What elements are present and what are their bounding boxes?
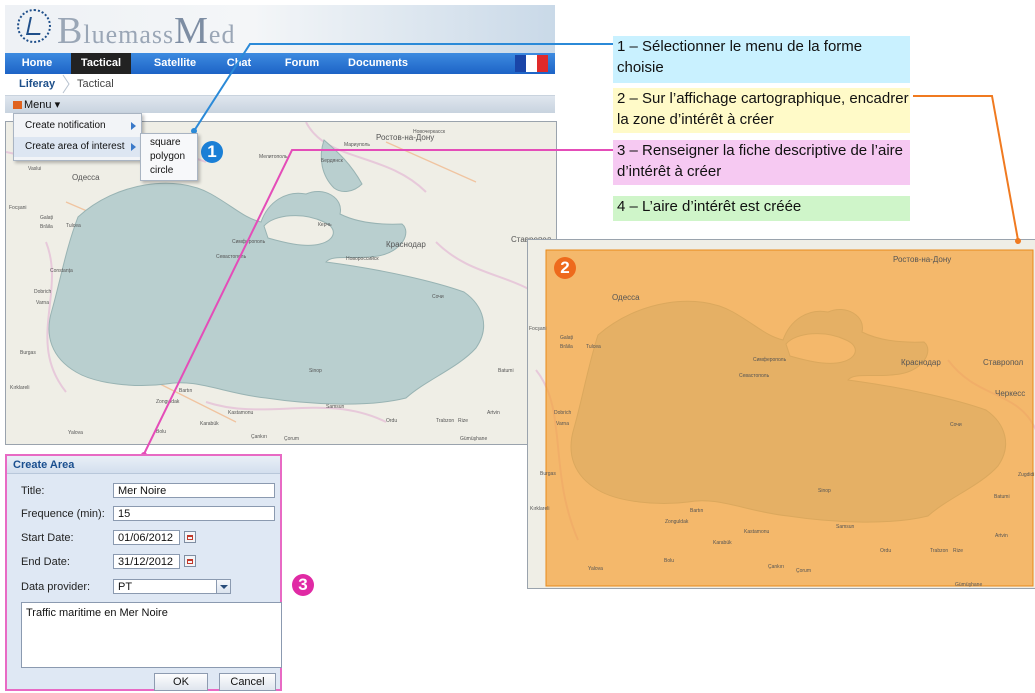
end-date-calendar-icon[interactable] [184,555,196,567]
shape-submenu: square polygon circle [140,133,198,181]
data-provider-select[interactable]: PT [113,579,231,594]
callout-step-4: 4 – L’aire d’intérêt est créée [613,196,910,221]
callout-step-3: 3 – Renseigner la fiche descriptive de l… [613,140,910,185]
submenu-arrow-icon [131,143,136,151]
start-date-calendar-icon[interactable] [184,531,196,543]
callout-step-2: 2 – Sur l’affichage cartographique, enca… [613,88,910,133]
cancel-button[interactable]: Cancel [219,673,276,691]
step-1-badge: 1 [201,141,223,163]
end-date-label: End Date: [21,556,70,568]
callout-step-1: 1 – Sélectionner le menu de la forme cho… [613,36,910,83]
submenu-item-circle[interactable]: circle [150,164,173,178]
title-input[interactable]: Mer Noire [113,483,275,498]
title-label: Title: [21,485,45,497]
step-3-badge: 3 [292,574,314,596]
tactical-dropdown-menu: Create notification Create area of inter… [13,113,142,161]
submenu-item-square[interactable]: square [150,136,181,150]
dialog-title: Create Area [7,456,280,474]
submenu-item-polygon[interactable]: polygon [150,150,185,164]
menu-item-create-area-of-interest[interactable]: Create area of interest [14,137,141,157]
data-provider-label: Data provider: [21,581,91,593]
step-2-badge: 2 [554,257,576,279]
start-date-label: Start Date: [21,532,74,544]
frequence-input[interactable]: 15 [113,506,275,521]
create-area-dialog: Create Area Title: Mer Noire Frequence (… [5,454,282,691]
menu-item-create-notification[interactable]: Create notification [14,116,141,136]
submenu-arrow-icon [131,122,136,130]
description-textarea[interactable]: Traffic maritime en Mer Noire [21,602,282,668]
ok-button[interactable]: OK [154,673,208,691]
frequence-label: Frequence (min): [21,508,105,520]
start-date-input[interactable]: 01/06/2012 [113,530,180,545]
chevron-down-icon[interactable] [216,579,231,594]
end-date-input[interactable]: 31/12/2012 [113,554,180,569]
